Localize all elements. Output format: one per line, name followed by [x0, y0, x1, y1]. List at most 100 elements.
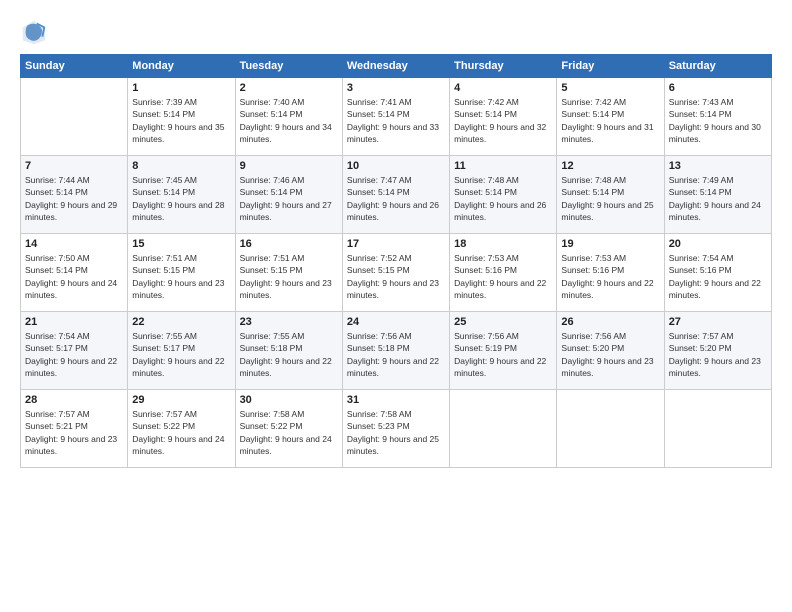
week-row-1: 1Sunrise: 7:39 AMSunset: 5:14 PMDaylight… — [21, 78, 772, 156]
day-info: Sunrise: 7:41 AMSunset: 5:14 PMDaylight:… — [347, 96, 445, 145]
day-info: Sunrise: 7:47 AMSunset: 5:14 PMDaylight:… — [347, 174, 445, 223]
logo-icon — [20, 18, 48, 46]
day-info: Sunrise: 7:56 AMSunset: 5:18 PMDaylight:… — [347, 330, 445, 379]
day-info: Sunrise: 7:58 AMSunset: 5:22 PMDaylight:… — [240, 408, 338, 457]
col-header-saturday: Saturday — [664, 55, 771, 78]
day-cell: 7 Sunrise: 7:44 AMSunset: 5:14 PMDaylight… — [21, 156, 128, 234]
day-cell: 10 Sunrise: 7:47 AMSunset: 5:14 PMDayligh… — [342, 156, 449, 234]
day-number: 13 — [669, 160, 767, 172]
day-info: Sunrise: 7:50 AMSunset: 5:14 PMDaylight:… — [25, 252, 123, 301]
day-cell: 29 Sunrise: 7:57 AMSunset: 5:22 PMDayligh… — [128, 390, 235, 468]
day-info: Sunrise: 7:57 AMSunset: 5:20 PMDaylight:… — [669, 330, 767, 379]
day-number: 21 — [25, 316, 123, 328]
day-cell: 31 Sunrise: 7:58 AMSunset: 5:23 PMDayligh… — [342, 390, 449, 468]
day-number: 17 — [347, 238, 445, 250]
day-cell: 2 Sunrise: 7:40 AMSunset: 5:14 PMDaylight… — [235, 78, 342, 156]
day-info: Sunrise: 7:55 AMSunset: 5:18 PMDaylight:… — [240, 330, 338, 379]
day-info: Sunrise: 7:44 AMSunset: 5:14 PMDaylight:… — [25, 174, 123, 223]
day-cell: 28 Sunrise: 7:57 AMSunset: 5:21 PMDayligh… — [21, 390, 128, 468]
day-info: Sunrise: 7:53 AMSunset: 5:16 PMDaylight:… — [454, 252, 552, 301]
day-info: Sunrise: 7:57 AMSunset: 5:21 PMDaylight:… — [25, 408, 123, 457]
day-cell — [664, 390, 771, 468]
day-info: Sunrise: 7:54 AMSunset: 5:17 PMDaylight:… — [25, 330, 123, 379]
day-info: Sunrise: 7:55 AMSunset: 5:17 PMDaylight:… — [132, 330, 230, 379]
header-row: SundayMondayTuesdayWednesdayThursdayFrid… — [21, 55, 772, 78]
col-header-monday: Monday — [128, 55, 235, 78]
day-cell — [450, 390, 557, 468]
day-info: Sunrise: 7:58 AMSunset: 5:23 PMDaylight:… — [347, 408, 445, 457]
day-number: 3 — [347, 82, 445, 94]
week-row-3: 14 Sunrise: 7:50 AMSunset: 5:14 PMDayligh… — [21, 234, 772, 312]
day-number: 12 — [561, 160, 659, 172]
week-row-4: 21 Sunrise: 7:54 AMSunset: 5:17 PMDayligh… — [21, 312, 772, 390]
day-number: 11 — [454, 160, 552, 172]
day-number: 6 — [669, 82, 767, 94]
day-info: Sunrise: 7:54 AMSunset: 5:16 PMDaylight:… — [669, 252, 767, 301]
week-row-5: 28 Sunrise: 7:57 AMSunset: 5:21 PMDayligh… — [21, 390, 772, 468]
day-cell: 14 Sunrise: 7:50 AMSunset: 5:14 PMDayligh… — [21, 234, 128, 312]
day-cell: 16 Sunrise: 7:51 AMSunset: 5:15 PMDayligh… — [235, 234, 342, 312]
day-info: Sunrise: 7:52 AMSunset: 5:15 PMDaylight:… — [347, 252, 445, 301]
day-number: 10 — [347, 160, 445, 172]
day-info: Sunrise: 7:51 AMSunset: 5:15 PMDaylight:… — [132, 252, 230, 301]
day-number: 30 — [240, 394, 338, 406]
day-number: 25 — [454, 316, 552, 328]
day-number: 29 — [132, 394, 230, 406]
day-cell: 18 Sunrise: 7:53 AMSunset: 5:16 PMDayligh… — [450, 234, 557, 312]
day-info: Sunrise: 7:48 AMSunset: 5:14 PMDaylight:… — [454, 174, 552, 223]
day-number: 28 — [25, 394, 123, 406]
col-header-thursday: Thursday — [450, 55, 557, 78]
day-info: Sunrise: 7:39 AMSunset: 5:14 PMDaylight:… — [132, 96, 230, 145]
day-number: 2 — [240, 82, 338, 94]
day-number: 27 — [669, 316, 767, 328]
day-cell: 9Sunrise: 7:46 AMSunset: 5:14 PMDaylight… — [235, 156, 342, 234]
day-info: Sunrise: 7:51 AMSunset: 5:15 PMDaylight:… — [240, 252, 338, 301]
day-cell: 5Sunrise: 7:42 AMSunset: 5:14 PMDaylight… — [557, 78, 664, 156]
col-header-wednesday: Wednesday — [342, 55, 449, 78]
header — [20, 18, 772, 46]
col-header-sunday: Sunday — [21, 55, 128, 78]
day-number: 14 — [25, 238, 123, 250]
day-cell: 25 Sunrise: 7:56 AMSunset: 5:19 PMDayligh… — [450, 312, 557, 390]
day-number: 18 — [454, 238, 552, 250]
day-number: 15 — [132, 238, 230, 250]
day-info: Sunrise: 7:49 AMSunset: 5:14 PMDaylight:… — [669, 174, 767, 223]
day-cell: 24 Sunrise: 7:56 AMSunset: 5:18 PMDayligh… — [342, 312, 449, 390]
day-cell — [21, 78, 128, 156]
day-cell: 8 Sunrise: 7:45 AMSunset: 5:14 PMDaylight… — [128, 156, 235, 234]
day-number: 4 — [454, 82, 552, 94]
day-cell: 13 Sunrise: 7:49 AMSunset: 5:14 PMDayligh… — [664, 156, 771, 234]
day-cell: 1Sunrise: 7:39 AMSunset: 5:14 PMDaylight… — [128, 78, 235, 156]
day-cell: 15 Sunrise: 7:51 AMSunset: 5:15 PMDayligh… — [128, 234, 235, 312]
week-row-2: 7 Sunrise: 7:44 AMSunset: 5:14 PMDaylight… — [21, 156, 772, 234]
day-cell: 30 Sunrise: 7:58 AMSunset: 5:22 PMDayligh… — [235, 390, 342, 468]
day-info: Sunrise: 7:56 AMSunset: 5:20 PMDaylight:… — [561, 330, 659, 379]
day-number: 19 — [561, 238, 659, 250]
day-info: Sunrise: 7:56 AMSunset: 5:19 PMDaylight:… — [454, 330, 552, 379]
day-cell — [557, 390, 664, 468]
day-number: 20 — [669, 238, 767, 250]
day-number: 8 — [132, 160, 230, 172]
day-cell: 19Sunrise: 7:53 AMSunset: 5:16 PMDayligh… — [557, 234, 664, 312]
day-info: Sunrise: 7:45 AMSunset: 5:14 PMDaylight:… — [132, 174, 230, 223]
day-number: 26 — [561, 316, 659, 328]
day-number: 7 — [25, 160, 123, 172]
day-cell: 26 Sunrise: 7:56 AMSunset: 5:20 PMDayligh… — [557, 312, 664, 390]
logo — [20, 18, 50, 46]
day-cell: 22 Sunrise: 7:55 AMSunset: 5:17 PMDayligh… — [128, 312, 235, 390]
day-info: Sunrise: 7:42 AMSunset: 5:14 PMDaylight:… — [454, 96, 552, 145]
day-number: 16 — [240, 238, 338, 250]
day-cell: 23 Sunrise: 7:55 AMSunset: 5:18 PMDayligh… — [235, 312, 342, 390]
col-header-friday: Friday — [557, 55, 664, 78]
day-number: 24 — [347, 316, 445, 328]
day-cell: 3 Sunrise: 7:41 AMSunset: 5:14 PMDaylight… — [342, 78, 449, 156]
day-info: Sunrise: 7:40 AMSunset: 5:14 PMDaylight:… — [240, 96, 338, 145]
day-number: 23 — [240, 316, 338, 328]
day-number: 22 — [132, 316, 230, 328]
calendar-table: SundayMondayTuesdayWednesdayThursdayFrid… — [20, 54, 772, 468]
day-cell: 12Sunrise: 7:48 AMSunset: 5:14 PMDayligh… — [557, 156, 664, 234]
day-cell: 20 Sunrise: 7:54 AMSunset: 5:16 PMDayligh… — [664, 234, 771, 312]
day-cell: 11 Sunrise: 7:48 AMSunset: 5:14 PMDayligh… — [450, 156, 557, 234]
day-info: Sunrise: 7:57 AMSunset: 5:22 PMDaylight:… — [132, 408, 230, 457]
day-number: 31 — [347, 394, 445, 406]
